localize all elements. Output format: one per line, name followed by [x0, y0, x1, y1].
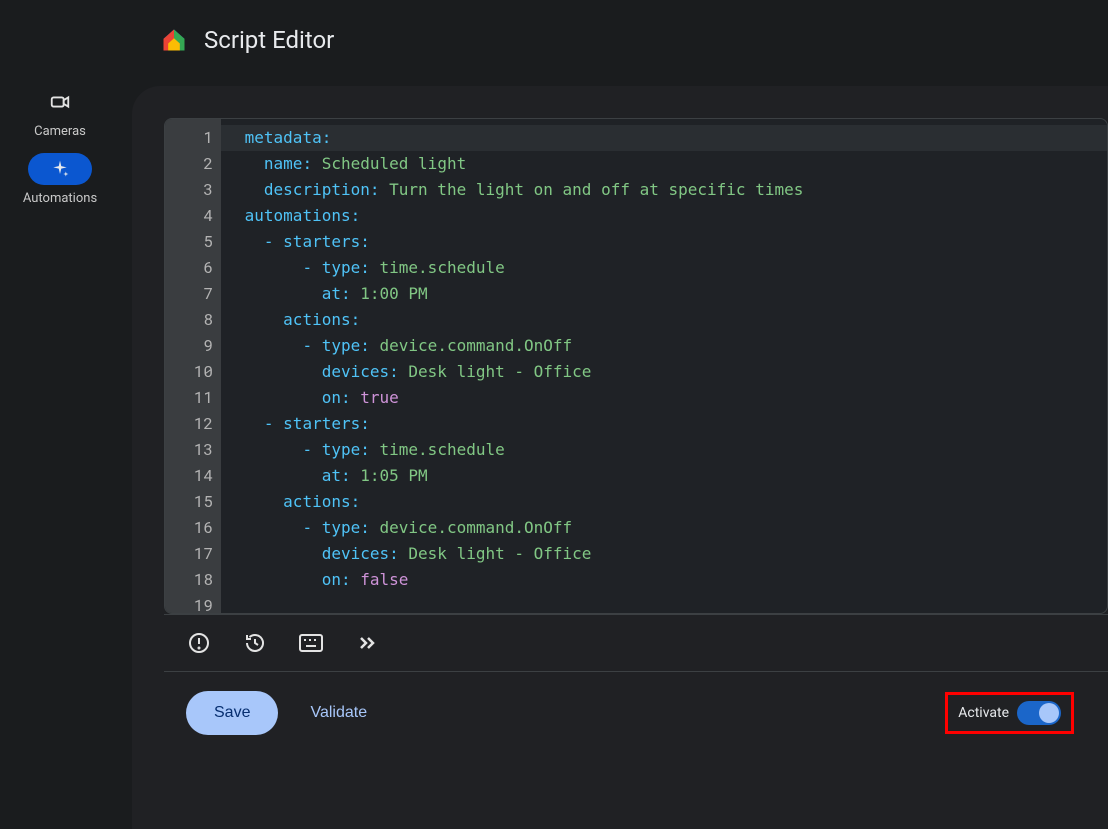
google-home-icon: [160, 26, 188, 54]
line-number-gutter: 123 456 789 101112 131415 161718 19: [165, 119, 221, 613]
page-title: Script Editor: [204, 26, 334, 54]
save-button[interactable]: Save: [186, 691, 278, 735]
history-icon[interactable]: [242, 630, 268, 656]
code-content[interactable]: metadata: name: Scheduled light descript…: [221, 119, 1107, 613]
toggle-knob: [1039, 703, 1059, 723]
validate-button[interactable]: Validate: [304, 703, 373, 723]
code-editor[interactable]: 123 456 789 101112 131415 161718 19 meta…: [164, 118, 1108, 614]
sidebar: Cameras Automations: [0, 86, 120, 206]
main-panel: 123 456 789 101112 131415 161718 19 meta…: [132, 86, 1108, 829]
sidebar-item-cameras[interactable]: Cameras: [0, 86, 120, 139]
sidebar-item-automations[interactable]: Automations: [0, 153, 120, 206]
activate-toggle[interactable]: [1017, 701, 1061, 725]
sparkle-icon: [28, 153, 92, 185]
camera-icon: [28, 86, 92, 118]
chevron-double-right-icon[interactable]: [354, 630, 380, 656]
activate-label: Activate: [958, 705, 1009, 721]
editor-toolbar: [164, 614, 1108, 672]
action-bar: Save Validate Activate: [164, 672, 1108, 754]
code-area[interactable]: 123 456 789 101112 131415 161718 19 meta…: [165, 119, 1107, 613]
sidebar-item-label: Automations: [23, 191, 97, 206]
error-icon[interactable]: [186, 630, 212, 656]
activate-highlight: Activate: [945, 692, 1074, 734]
header: Script Editor: [160, 20, 334, 60]
sidebar-item-label: Cameras: [34, 124, 86, 139]
keyboard-icon[interactable]: [298, 630, 324, 656]
